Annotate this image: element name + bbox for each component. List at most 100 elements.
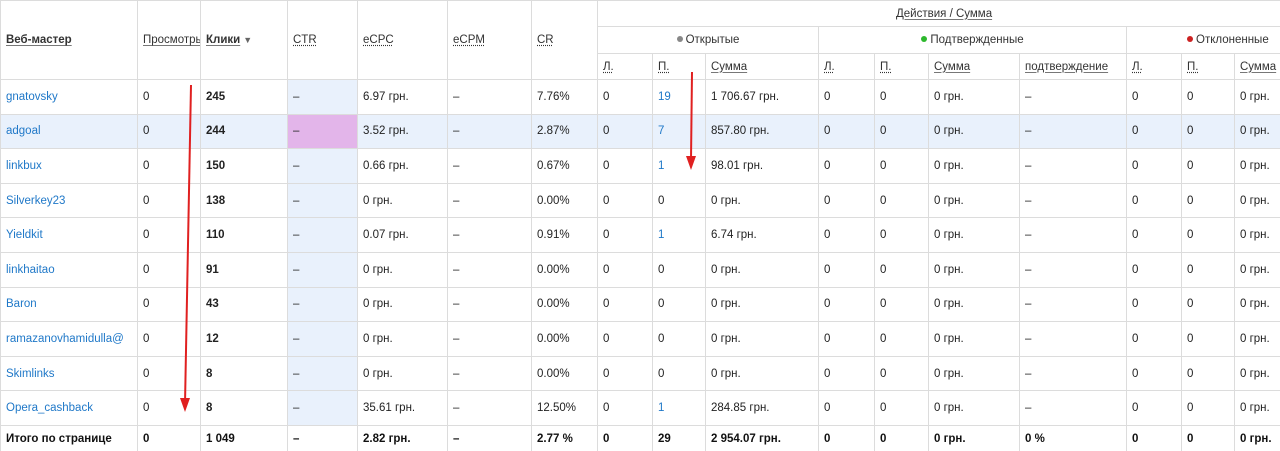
cell-c-p: 0	[874, 251, 929, 288]
cell-c-p: 0	[874, 321, 929, 357]
cell-o-p: 0	[652, 182, 706, 219]
open-status-dot-icon	[676, 35, 683, 42]
webmaster-link[interactable]: Baron	[6, 298, 37, 310]
cell-o-p[interactable]: 1	[652, 217, 706, 253]
cell-c-conf: –	[1019, 79, 1127, 115]
cell-ecpc: 3.52 грн.	[357, 113, 448, 150]
cell-o-l: 0	[597, 251, 653, 288]
cell-name: gnatovsky	[0, 79, 138, 115]
webmaster-link[interactable]: adgoal	[6, 125, 41, 137]
webmaster-link[interactable]: Opera_cashback	[6, 402, 93, 414]
total-confirmed-sum: 0 грн.	[928, 424, 1020, 451]
cell-c-p: 0	[874, 113, 929, 150]
cell-clicks: 12	[200, 321, 288, 357]
webmaster-link[interactable]: gnatovsky	[6, 91, 58, 103]
cell-o-l: 0	[597, 286, 653, 323]
cell-r-l: 0	[1126, 113, 1182, 150]
cell-c-sum: 0 грн.	[928, 251, 1020, 288]
table-row: Silverkey23 0 138–0 грн. –0.00% 0 0 0 грн. 0 0 0 …	[0, 182, 1280, 219]
cell-name: Silverkey23	[0, 182, 138, 219]
cell-c-l: 0	[818, 390, 875, 426]
cell-name: Skimlinks	[0, 355, 138, 392]
col-header-ecpc[interactable]: eCPC	[357, 0, 448, 80]
cell-r-sum: 0 грн.	[1233, 148, 1280, 184]
cell-c-sum: 0 грн.	[928, 182, 1020, 219]
col-header-confirmed-sum[interactable]: Сумма	[928, 53, 1020, 80]
cell-o-sum: 0 грн.	[705, 251, 819, 288]
sort-desc-icon: ▼	[243, 35, 253, 45]
cell-r-l: 0	[1126, 148, 1182, 184]
cell-ecpm: –	[447, 113, 532, 150]
cell-cr: 12.50%	[531, 390, 598, 426]
webmaster-link[interactable]: linkbux	[6, 160, 42, 172]
cell-r-p: 0	[1181, 148, 1235, 184]
col-header-clicks[interactable]: Клики ▼	[200, 0, 288, 80]
total-rejected-l: 0	[1126, 424, 1182, 451]
cell-ecpm: –	[447, 182, 532, 219]
col-header-confirmed-p[interactable]: П.	[874, 53, 929, 80]
cell-o-l: 0	[597, 217, 653, 253]
total-confirmed-p: 0	[874, 424, 929, 451]
total-confirmation: 0 %	[1019, 424, 1127, 451]
total-open-l: 0	[597, 424, 653, 451]
cell-c-conf: –	[1019, 251, 1127, 288]
cell-name: Baron	[0, 286, 138, 323]
cell-o-l: 0	[597, 321, 653, 357]
webmaster-link[interactable]: linkhaitao	[6, 264, 55, 276]
cell-c-sum: 0 грн.	[928, 390, 1020, 426]
col-header-confirmation[interactable]: подтверждение	[1019, 53, 1127, 80]
cell-views: 0	[137, 321, 201, 357]
total-rejected-sum: 0 грн.	[1233, 424, 1280, 451]
cell-c-l: 0	[818, 148, 875, 184]
webmaster-link[interactable]: Yieldkit	[6, 229, 43, 241]
cell-o-p[interactable]: 1	[652, 148, 706, 184]
cell-r-sum: 0 грн.	[1233, 251, 1280, 288]
total-cr: 2.77 %	[531, 424, 598, 451]
cell-ecpc: 0 грн.	[357, 251, 448, 288]
cell-ctr: –	[287, 217, 358, 253]
col-header-confirmed-l[interactable]: Л.	[818, 53, 875, 80]
webmaster-link[interactable]: ramazanovhamidulla@	[6, 333, 124, 345]
cell-views: 0	[137, 217, 201, 253]
total-ecpc: 2.82 грн.	[357, 424, 448, 451]
cell-c-p: 0	[874, 79, 929, 115]
cell-o-p: 0	[652, 251, 706, 288]
cell-r-p: 0	[1181, 321, 1235, 357]
col-header-views[interactable]: Просмотры	[137, 0, 201, 80]
total-row: Итого по странице 0 1 049 – 2.82 грн. – …	[0, 424, 1280, 451]
cell-c-sum: 0 грн.	[928, 321, 1020, 357]
cell-c-p: 0	[874, 148, 929, 184]
col-header-open-p[interactable]: П.	[652, 53, 706, 80]
cell-name: Opera_cashback	[0, 390, 138, 426]
cell-o-p[interactable]: 1	[652, 390, 706, 426]
total-open-sum: 2 954.07 грн.	[705, 424, 819, 451]
col-header-ecpm[interactable]: eCPM	[447, 0, 532, 80]
webmaster-link[interactable]: Silverkey23	[6, 195, 65, 207]
col-header-open-sum[interactable]: Сумма	[705, 53, 819, 80]
webmaster-link[interactable]: Skimlinks	[6, 368, 55, 380]
cell-o-p[interactable]: 19	[652, 79, 706, 115]
col-header-webmaster[interactable]: Веб-мастер	[0, 0, 138, 80]
col-header-ctr[interactable]: CTR	[287, 0, 358, 80]
cell-o-p[interactable]: 7	[652, 113, 706, 150]
cell-ctr: –	[287, 286, 358, 323]
col-header-rejected-l[interactable]: Л.	[1126, 53, 1182, 80]
cell-views: 0	[137, 79, 201, 115]
total-ctr: –	[287, 424, 358, 451]
confirmed-status-dot-icon	[921, 35, 928, 42]
col-header-actions[interactable]: Действия / Сумма	[596, 0, 1280, 27]
cell-c-conf: –	[1019, 217, 1127, 253]
cell-c-sum: 0 грн.	[928, 79, 1020, 115]
total-views: 0	[137, 424, 201, 451]
cell-r-p: 0	[1181, 355, 1235, 392]
cell-r-l: 0	[1126, 390, 1182, 426]
cell-c-conf: –	[1019, 113, 1127, 150]
cell-r-sum: 0 грн.	[1233, 79, 1280, 115]
col-header-rejected-p[interactable]: П.	[1181, 53, 1235, 80]
col-header-rejected-sum[interactable]: Сумма	[1233, 53, 1280, 80]
col-header-open-l[interactable]: Л.	[597, 53, 653, 80]
col-header-cr[interactable]: CR	[531, 0, 598, 80]
cell-ctr: –	[287, 79, 358, 115]
cell-cr: 0.00%	[531, 321, 598, 357]
cell-views: 0	[137, 148, 201, 184]
